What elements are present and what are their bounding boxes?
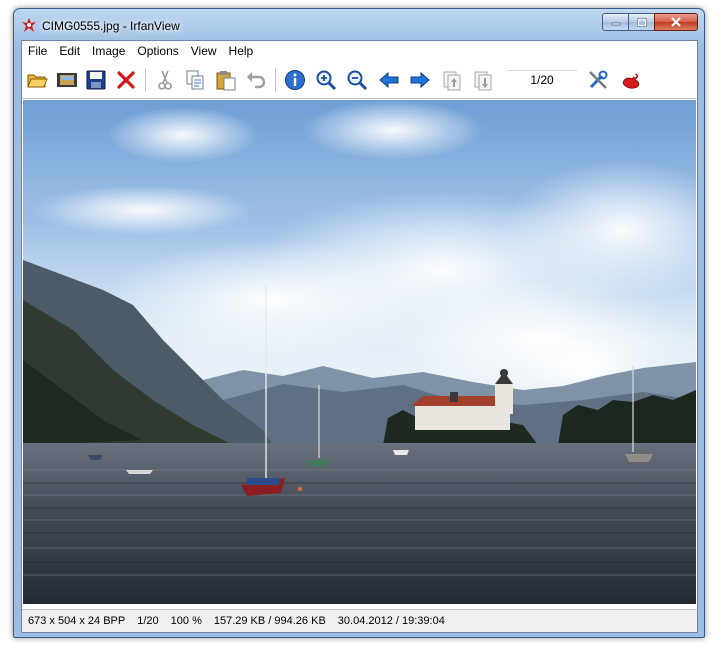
cut-button[interactable] [153, 68, 177, 92]
tools-icon [589, 70, 608, 89]
undo-arrow-icon [247, 72, 266, 89]
delete-x-icon [117, 71, 135, 89]
delete-button[interactable] [114, 68, 138, 92]
open-button[interactable] [25, 68, 49, 92]
menu-edit[interactable]: Edit [53, 41, 86, 62]
irfanview-logo-icon [622, 73, 640, 89]
menu-image[interactable]: Image [86, 41, 131, 62]
page-up-icon [443, 71, 461, 91]
window-title: CIMG0555.jpg - IrfanView [42, 19, 180, 33]
zoom-in-icon [316, 70, 337, 91]
scissors-icon [158, 70, 172, 90]
menu-file[interactable]: File [22, 41, 53, 62]
status-index: 1/20 [137, 615, 159, 627]
zoom-out-icon [347, 70, 368, 91]
toolbar: 1/20 [22, 62, 697, 99]
menu-help[interactable]: Help [223, 41, 260, 62]
page-down-icon [474, 71, 492, 91]
toolbar-separator [145, 68, 146, 92]
window-controls [602, 13, 698, 32]
page-counter: 1/20 [507, 70, 577, 89]
status-filesize: 157.29 KB / 994.26 KB [213, 615, 326, 627]
undo-button[interactable] [244, 68, 268, 92]
menu-bar: File Edit Image Options View Help [22, 41, 697, 62]
minimize-button[interactable] [602, 13, 628, 31]
status-bar: 673 x 504 x 24 BPP 1/20 100 % 157.29 KB … [22, 609, 697, 632]
menu-options[interactable]: Options [131, 41, 184, 62]
irfanview-about-button[interactable] [619, 68, 643, 92]
close-icon [671, 17, 681, 27]
previous-image-button[interactable] [377, 68, 401, 92]
menu-view[interactable]: View [185, 41, 223, 62]
settings-button[interactable] [586, 68, 610, 92]
copy-button[interactable] [183, 68, 207, 92]
filmstrip-icon [57, 73, 77, 87]
status-zoom: 100 % [170, 615, 202, 627]
thumbnails-button[interactable] [55, 68, 79, 92]
save-button[interactable] [84, 68, 108, 92]
zoom-in-button[interactable] [314, 68, 338, 92]
irfanview-app-icon[interactable] [21, 17, 37, 33]
maximize-button[interactable] [628, 13, 654, 31]
title-bar[interactable]: CIMG0555.jpg - IrfanView [14, 9, 704, 39]
save-disk-icon [86, 70, 106, 90]
minimize-icon [611, 22, 620, 26]
paste-button[interactable] [214, 68, 238, 92]
irfanview-window: CIMG0555.jpg - IrfanView File Edit Image… [13, 8, 705, 638]
copy-icon [186, 70, 204, 90]
status-dimensions: 673 x 504 x 24 BPP [28, 615, 126, 627]
toolbar-separator [275, 68, 276, 92]
maximize-icon [636, 17, 647, 27]
arrow-left-icon [379, 71, 399, 89]
client-area: File Edit Image Options View Help 1/20 6… [21, 40, 698, 633]
status-datetime: 30.04.2012 / 19:39:04 [337, 615, 445, 627]
image-viewport[interactable] [23, 100, 696, 604]
open-folder-icon [27, 74, 48, 88]
arrow-right-icon [410, 71, 430, 89]
page-down-button[interactable] [471, 68, 495, 92]
info-icon [285, 70, 305, 90]
close-button[interactable] [654, 13, 698, 31]
paste-clipboard-icon [216, 71, 236, 91]
next-image-button[interactable] [408, 68, 432, 92]
lake-photo [23, 100, 696, 604]
zoom-out-button[interactable] [345, 68, 369, 92]
info-button[interactable] [283, 68, 307, 92]
page-up-button[interactable] [440, 68, 464, 92]
